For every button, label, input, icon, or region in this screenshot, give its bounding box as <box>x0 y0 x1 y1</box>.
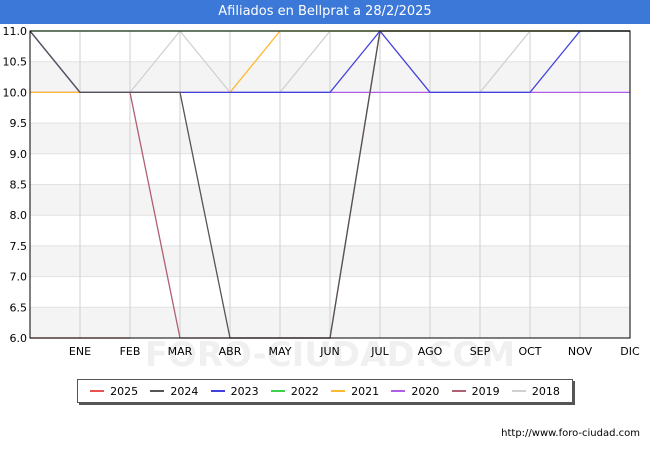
y-tick-label: 10.0 <box>3 86 28 99</box>
legend-label: 2025 <box>110 384 139 398</box>
legend-item-2020: 2020 <box>391 385 439 398</box>
x-tick-label: DIC <box>620 345 640 358</box>
y-tick-label: 9.0 <box>10 148 28 161</box>
legend-label: 2022 <box>290 384 319 398</box>
y-tick-label: 9.5 <box>10 117 28 130</box>
legend-item-2025: 2025 <box>90 385 138 398</box>
legend-swatch <box>210 390 225 392</box>
y-tick-label: 8.0 <box>10 209 28 222</box>
legend-swatch <box>451 390 466 392</box>
legend-item-2018: 2018 <box>511 384 560 398</box>
legend-item-2022: 2022 <box>270 384 319 398</box>
source-url: http://www.foro-ciudad.com <box>501 428 640 439</box>
y-tick-label: 11.0 <box>3 25 28 38</box>
legend-swatch <box>391 390 406 392</box>
y-tick-label: 7.0 <box>10 271 28 284</box>
y-tick-label: 6.5 <box>10 301 28 314</box>
x-tick-label: NOV <box>568 345 593 358</box>
legend-label: 2021 <box>351 384 380 398</box>
legend-item-2023: 2023 <box>210 384 259 398</box>
legend: 2025 2024 2023 2022 2021 2020 2019 2018 <box>77 379 573 403</box>
y-tick-label: 8.5 <box>10 179 28 192</box>
legend-label: 2018 <box>531 384 560 398</box>
legend-swatch <box>150 390 165 392</box>
legend-label: 2024 <box>170 384 199 398</box>
legend-swatch <box>90 390 105 392</box>
y-tick-label: 7.5 <box>10 240 28 253</box>
legend-swatch <box>331 390 346 392</box>
y-tick-label: 10.5 <box>3 56 28 69</box>
x-tick-label: ENE <box>69 345 91 358</box>
legend-swatch <box>511 390 526 392</box>
y-tick-label: 6.0 <box>10 332 28 345</box>
legend-item-2021: 2021 <box>331 385 379 398</box>
legend-label: 2019 <box>471 384 500 398</box>
watermark: FORO-CIUDAD.COM <box>145 335 516 375</box>
legend-item-2019: 2019 <box>451 384 500 398</box>
chart-title: Afiliados en Bellprat a 28/2/2025 <box>0 0 650 24</box>
x-tick-label: FEB <box>120 345 141 358</box>
legend-swatch <box>270 390 285 392</box>
legend-label: 2020 <box>411 384 440 398</box>
x-tick-label: OCT <box>518 345 541 358</box>
legend-label: 2023 <box>230 384 259 398</box>
legend-item-2024: 2024 <box>150 385 198 398</box>
